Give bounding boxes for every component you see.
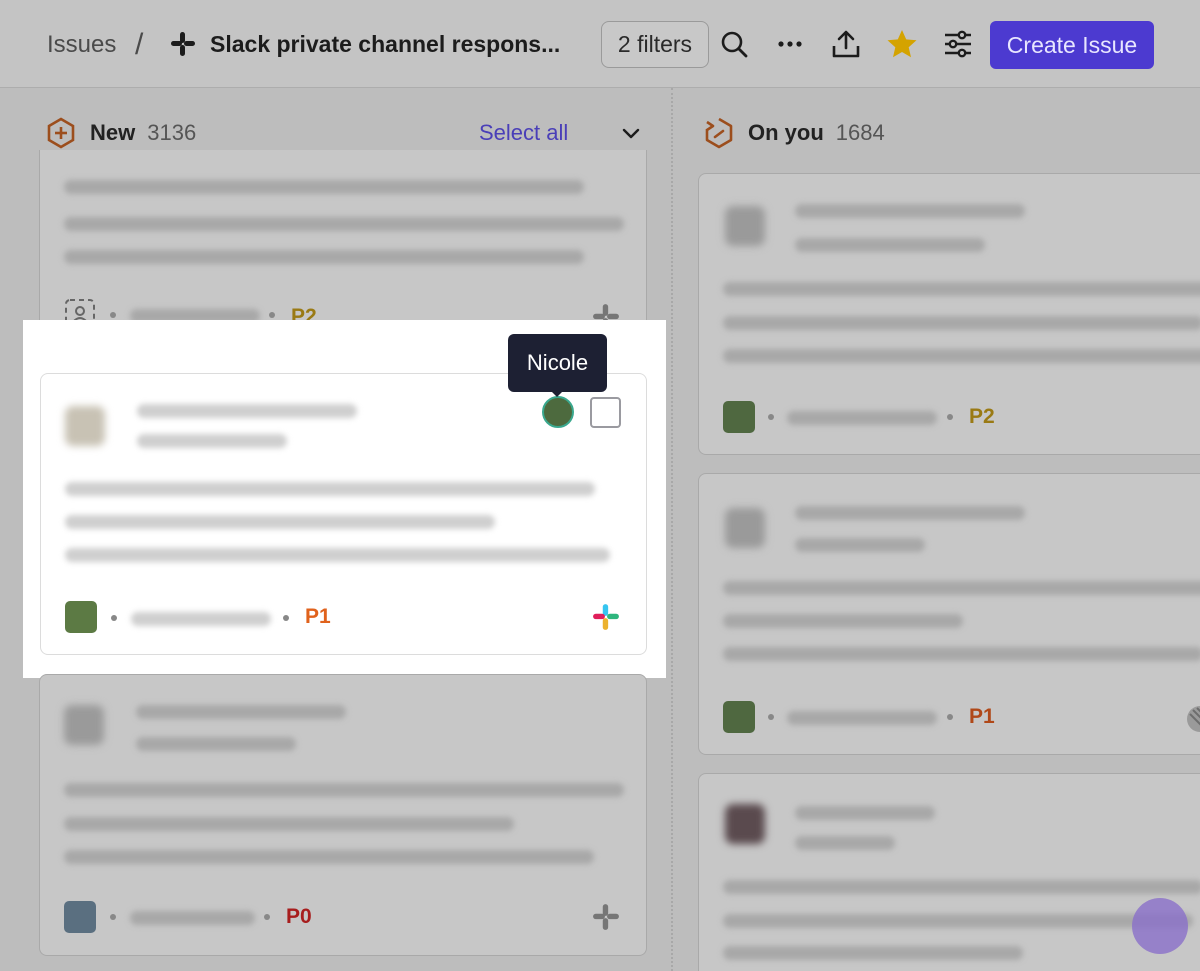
blurred-text: [64, 250, 584, 264]
blurred-text: [723, 880, 1200, 894]
priority-label: P1: [305, 605, 331, 628]
priority-label: P0: [286, 905, 312, 928]
chevron-down-icon[interactable]: [620, 122, 642, 144]
blurred-text: [130, 911, 255, 925]
priority-label: P1: [969, 705, 995, 728]
blurred-text: [137, 404, 357, 418]
separator-dot: [947, 414, 953, 420]
assignee-avatar[interactable]: [542, 396, 574, 428]
blurred-text: [64, 850, 594, 864]
create-issue-button[interactable]: Create Issue: [990, 21, 1154, 69]
avatar: [723, 701, 755, 733]
blurred-text: [64, 783, 624, 797]
top-bar: Issues / Slack private channel respons..…: [0, 0, 1200, 88]
issue-card[interactable]: P2: [698, 173, 1200, 455]
blurred-text: [65, 482, 595, 496]
reporter-avatar: [725, 206, 765, 246]
blurred-text: [136, 705, 346, 719]
blurred-text: [64, 180, 584, 194]
column-title: New: [90, 120, 136, 145]
blurred-text: [723, 647, 1200, 661]
assignee-tooltip: Nicole: [508, 334, 607, 392]
avatar: [65, 601, 97, 633]
blurred-text: [723, 914, 1193, 928]
breadcrumb-issues[interactable]: Issues: [47, 31, 116, 59]
column-header-new: New 3136: [46, 115, 196, 151]
reporter-avatar: [725, 508, 765, 548]
blurred-text: [795, 538, 925, 552]
separator-dot: [264, 914, 270, 920]
column-divider: [671, 88, 673, 971]
separator-dot: [283, 615, 289, 621]
reporter-avatar: [725, 804, 765, 844]
blurred-text: [787, 711, 937, 725]
separator-dot: [269, 312, 275, 318]
blurred-text: [65, 515, 495, 529]
filters-button[interactable]: 2 filters: [601, 21, 709, 68]
star-icon[interactable]: [886, 28, 918, 60]
select-all-link[interactable]: Select all: [479, 120, 568, 146]
on-you-icon: [705, 117, 733, 149]
blurred-text: [795, 238, 985, 252]
separator-dot: [111, 615, 117, 621]
avatar: [723, 401, 755, 433]
blurred-text: [787, 411, 937, 425]
avatar: [64, 901, 96, 933]
slack-icon: [593, 904, 619, 930]
blurred-text: [136, 737, 296, 751]
column-title: On you: [748, 120, 824, 145]
blurred-text: [65, 548, 610, 562]
separator-dot: [768, 714, 774, 720]
breadcrumb-separator: /: [135, 28, 144, 61]
blurred-text: [795, 806, 935, 820]
blurred-text: [723, 581, 1200, 595]
separator-dot: [110, 914, 116, 920]
slack-icon: [171, 32, 195, 56]
blurred-text: [723, 614, 963, 628]
export-icon[interactable]: [830, 28, 862, 60]
blurred-text: [137, 434, 287, 448]
column-count: 3136: [147, 120, 197, 145]
reporter-avatar: [65, 406, 105, 446]
separator-dot: [110, 312, 116, 318]
search-icon[interactable]: [718, 28, 750, 60]
separator-dot: [947, 714, 953, 720]
integration-icon: [1187, 706, 1200, 732]
priority-label: P2: [969, 405, 995, 428]
tooltip-arrow: [550, 390, 564, 397]
issue-card[interactable]: [698, 773, 1200, 971]
reporter-avatar: [64, 705, 104, 745]
help-chat-button[interactable]: [1132, 898, 1188, 954]
view-title: Slack private channel respons...: [210, 31, 561, 57]
separator-dot: [768, 414, 774, 420]
column-header-on-you: On you 1684: [704, 115, 885, 151]
blurred-text: [131, 612, 271, 626]
column-count: 1684: [835, 120, 885, 145]
blurred-text: [723, 282, 1200, 296]
issue-card[interactable]: P1: [698, 473, 1200, 755]
blurred-text: [723, 349, 1200, 363]
blurred-text: [64, 217, 624, 231]
new-hexagon-icon: [47, 117, 75, 149]
settings-sliders-icon[interactable]: [942, 28, 974, 60]
blurred-text: [723, 946, 1023, 960]
issue-card[interactable]: P0: [39, 674, 647, 956]
blurred-text: [795, 506, 1025, 520]
blurred-text: [64, 817, 514, 831]
blurred-text: [795, 204, 1025, 218]
blurred-text: [723, 316, 1200, 330]
card-select-checkbox[interactable]: [590, 397, 621, 428]
more-icon[interactable]: [774, 28, 806, 60]
blurred-text: [795, 836, 895, 850]
slack-icon: [593, 604, 619, 630]
